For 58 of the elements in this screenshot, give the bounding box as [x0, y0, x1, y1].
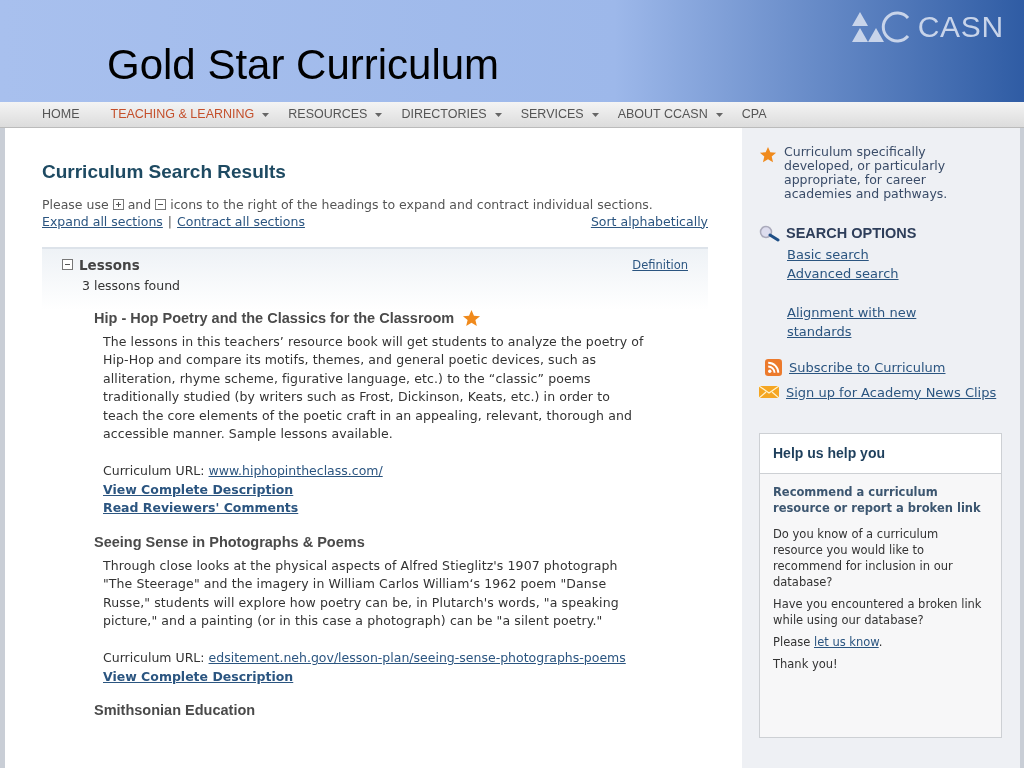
collapse-icon — [155, 198, 167, 210]
caret-icon — [262, 112, 270, 117]
feed-link[interactable]: Sign up for Academy News Clips — [786, 379, 997, 405]
help-text: Thank you! — [773, 655, 839, 672]
help-title: Help us help you — [760, 433, 1001, 474]
lesson-title: Hip - Hop Poetry and the Classics for the Classroom — [94, 308, 455, 328]
help-subtitle: Recommend a curriculum resource or report a broken link — [773, 483, 982, 516]
definition-link[interactable]: Definition — [632, 256, 688, 274]
nav-item[interactable]: CPA — [741, 105, 767, 124]
logo-text: CASN — [917, 12, 1004, 42]
search-link[interactable]: Advanced search — [787, 263, 899, 283]
lesson-title: Seeing Sense in Photographs & Poems — [94, 532, 365, 552]
nav-item[interactable]: SERVICES — [520, 105, 599, 124]
search-icon — [759, 225, 781, 243]
lesson-description: The lessons in this teachers’ resource book will get students to analyze the poetry of Hip-Hop and compare its motifs, themes, and general poetic devices, such as alliteration, rhyme scheme, figurative language, etc.) to the “classic” poems traditionally studied (by writers such as Frost, Dickinson, Keats, etc.) in order to teach the core elements of the poetic craft in an appealing, relevant, thorough and accessible manner. Sample lessons available. — [103, 332, 644, 444]
nav-item[interactable]: ABOUT CCASN — [617, 105, 723, 124]
star-icon — [759, 146, 777, 164]
envelope-icon — [759, 386, 779, 399]
expand-all-link[interactable]: Expand all sections — [42, 212, 163, 230]
feed-link[interactable]: Subscribe to Curriculum — [789, 354, 946, 380]
instructions-text: Please use — [42, 195, 109, 213]
page-heading: Curriculum Search Results — [42, 160, 287, 184]
star-icon — [462, 309, 482, 329]
nav-item[interactable]: RESOURCES — [288, 105, 383, 124]
alignment-link[interactable]: Alignment with new standards — [787, 302, 937, 341]
contact-link[interactable]: let us know — [814, 634, 879, 649]
description-link[interactable]: View Complete Description — [103, 667, 294, 687]
curriculum-url: Curriculum URL: edsitement.neh.gov/lesson-plan/seeing-sense-photographs-poems — [103, 648, 627, 667]
caret-icon — [715, 112, 723, 117]
help-text: Do you know of a curriculum resource you would like to recommend for inclusion in our database? — [773, 525, 954, 590]
separator: | — [167, 212, 173, 230]
caret-icon — [375, 112, 383, 117]
lesson-title: Smithsonian Education — [94, 701, 256, 721]
nav-item[interactable]: HOME — [42, 105, 80, 124]
legend-text: Curriculum specifically developed, or particularly appropriate, for career academies and pathways. — [784, 145, 949, 201]
nav-item[interactable]: TEACHING & LEARNING — [110, 105, 270, 124]
nav-item[interactable]: DIRECTORIES — [401, 105, 502, 124]
slide-title: Gold Star Curriculum — [107, 44, 500, 86]
caret-icon — [591, 112, 599, 117]
expand-icon — [112, 198, 124, 210]
instructions-text: and — [127, 195, 152, 213]
caret-icon — [494, 112, 502, 117]
url-link[interactable]: www.hiphopintheclass.com/ — [208, 463, 383, 479]
curriculum-url: Curriculum URL: www.hiphopintheclass.com/ — [103, 462, 384, 481]
search-options-title: SEARCH OPTIONS — [786, 224, 917, 243]
description-link[interactable]: View Complete Description — [103, 480, 294, 500]
lesson-description: Through close looks at the physical aspects of Alfred Stieglitz's 1907 photograph "The Steerage" and the imagery in William Carlos William‘s 1962 poem "Danse Russe," students will explore how poetry can be, in Plutarch's words, "a speaking picture," and a painting (or in this case a photograph) can be "a silent poetry." — [103, 556, 620, 631]
sort-link[interactable]: Sort alphabetically — [590, 212, 708, 230]
help-text: Please let us know. — [773, 633, 884, 650]
contract-all-link[interactable]: Contract all sections — [177, 212, 305, 230]
rss-icon — [765, 358, 782, 376]
description-link[interactable]: Read Reviewers' Comments — [103, 499, 299, 518]
instructions-text: icons to the right of the headings to expand and contract individual sections. — [170, 195, 653, 213]
result-count: 3 lessons found — [82, 277, 180, 295]
section-title: Lessons — [79, 255, 140, 275]
help-text: Have you encountered a broken link while using our database? — [773, 595, 983, 628]
url-link[interactable]: edsitement.neh.gov/lesson-plan/seeing-sense-photographs-poems — [208, 649, 626, 665]
search-link[interactable]: Basic search — [787, 244, 869, 264]
